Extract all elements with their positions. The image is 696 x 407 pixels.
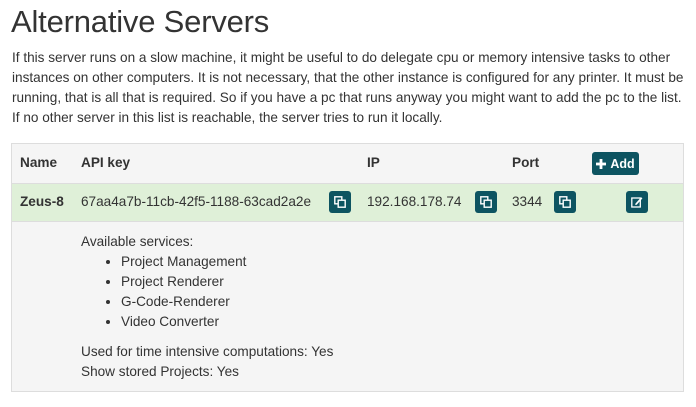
table-row: Zeus-8 67aa4a7b-11cb-42f5-1188-63cad2a2e… [12,183,683,222]
copy-api-key-button[interactable] [329,191,351,213]
page-title: Alternative Servers [11,4,270,39]
page-description: If this server runs on a slow machine, i… [12,50,684,125]
add-server-button[interactable]: Add [592,152,639,175]
list-item: Video Converter [121,312,333,332]
header-name: Name [20,155,58,170]
edit-server-button[interactable] [626,191,648,213]
server-details: Available services: Project Management P… [81,232,333,382]
copy-port-button[interactable] [554,191,576,213]
header-ip: IP [367,155,380,170]
list-item: G-Code-Renderer [121,292,333,312]
table-header: Name API key IP Port Add [12,144,683,183]
copy-icon [559,196,571,208]
server-port: 3344 [512,194,543,209]
server-api-key: 67aa4a7b-11cb-42f5-1188-63cad2a2e [81,194,312,209]
plus-icon [596,158,607,169]
server-name: Zeus-8 [20,194,64,209]
server-ip: 192.168.178.74 [367,194,462,209]
services-list: Project Management Project Renderer G-Co… [81,252,333,332]
list-item: Project Management [121,252,333,272]
services-label: Available services: [81,234,194,249]
header-port: Port [512,155,540,170]
list-item: Project Renderer [121,272,333,292]
edit-icon [631,197,643,208]
time-intensive-info: Used for time intensive computations: Ye… [81,344,334,359]
copy-icon [334,196,346,208]
show-projects-info: Show stored Projects: Yes [81,364,239,379]
header-api-key: API key [81,155,131,170]
add-button-label: Add [610,156,635,171]
servers-table: Name API key IP Port Add Zeus-8 67aa4a7b… [11,143,684,392]
copy-ip-button[interactable] [475,191,497,213]
alternative-servers-page: Alternative Servers If this server runs … [0,0,696,407]
copy-icon [480,196,492,208]
